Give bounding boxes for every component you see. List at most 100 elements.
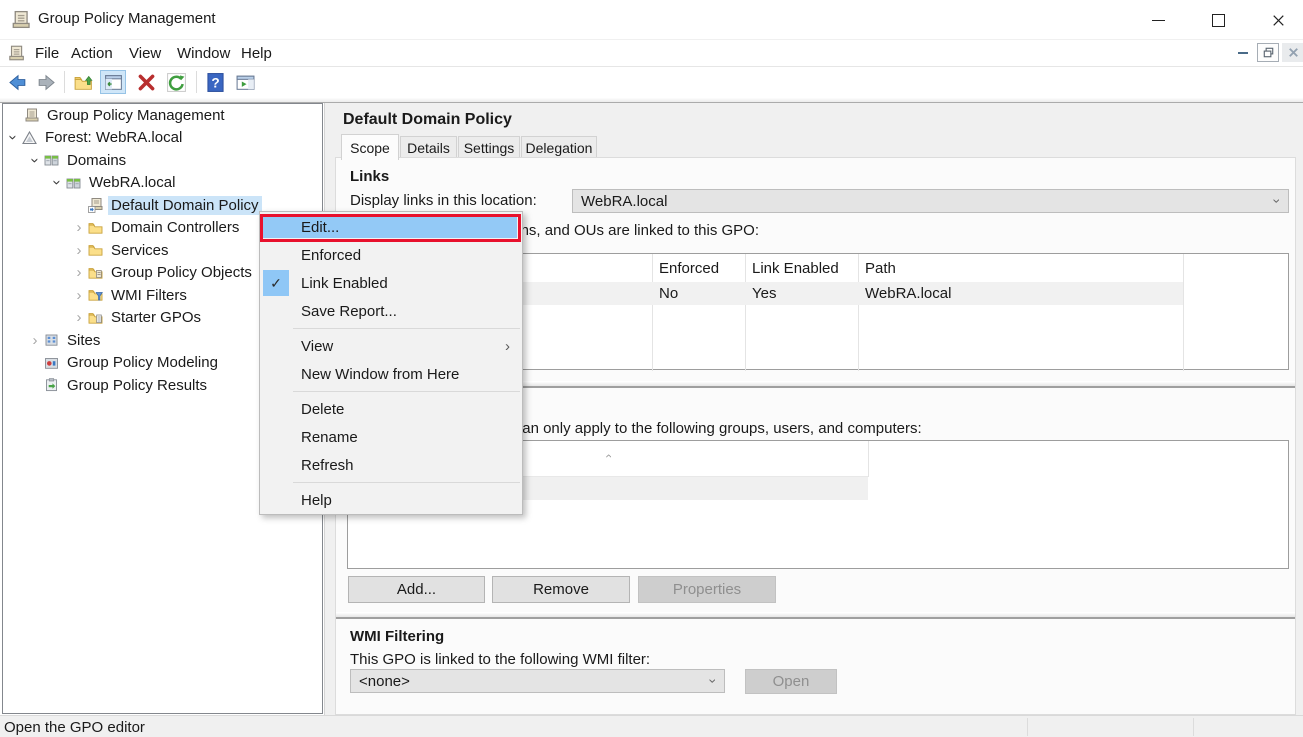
tree-item-label: Starter GPOs [108,308,204,327]
chevron-collapsed-icon[interactable]: › [29,332,41,349]
close-button[interactable] [1255,0,1301,40]
chevron-expanded-icon[interactable]: › [27,154,44,166]
chevron-down-icon: › [706,679,722,684]
context-menu-item-rename[interactable]: Rename [260,423,522,451]
delete-button[interactable] [133,70,159,94]
child-restore-icon [1261,45,1276,60]
console-icon [7,44,25,66]
modeling-icon [43,355,61,371]
tree-item-label: Forest: WebRA.local [42,128,185,147]
menu-help[interactable]: Help [232,40,281,67]
wmi-filtering-caption: This GPO is linked to the following WMI … [350,651,650,668]
gpo-folder-icon [87,265,105,281]
location-dropdown[interactable]: WebRA.local › [572,189,1289,213]
chevron-collapsed-icon[interactable]: › [73,309,85,326]
tab-details[interactable]: Details [400,136,457,159]
maximize-button[interactable] [1195,0,1241,40]
help-button[interactable] [202,70,228,94]
context-menu-item-label: Save Report... [301,303,397,320]
title-bar: Group Policy Management [0,0,1303,40]
tree-item-label: Services [108,241,172,260]
context-menu-item-label: Enforced [301,247,361,264]
action-pane-button[interactable] [232,70,258,94]
chevron-collapsed-icon[interactable]: › [73,287,85,304]
context-menu-item-new-window-from-here[interactable]: New Window from Here [260,360,522,388]
status-text: Open the GPO editor [4,719,145,736]
toolbar-separator [196,71,197,93]
column-header-enforced[interactable]: Enforced [652,254,745,282]
add-button[interactable]: Add... [348,576,485,603]
refresh-icon [166,72,187,93]
tree-item-forest-webra-local[interactable]: › Forest: WebRA.local [3,127,322,150]
minimize-button[interactable] [1135,0,1181,40]
tree-item-domains[interactable]: › Domains [3,149,322,172]
tree-item-label: Group Policy Objects [108,263,255,282]
chevron-collapsed-icon[interactable]: › [73,264,85,281]
child-minimize-button[interactable] [1232,43,1254,62]
wmi-filtering-title: WMI Filtering [350,628,444,645]
properties-button: Properties [638,576,776,603]
tree-item-label: Sites [64,331,103,350]
export-list-button[interactable] [70,70,96,94]
menu-separator [293,482,520,483]
remove-button[interactable]: Remove [492,576,630,603]
context-menu-item-view[interactable]: View› [260,332,522,360]
console-root-icon [23,107,41,123]
column-header-path[interactable]: Path [858,254,1183,282]
context-menu-item-help[interactable]: Help [260,486,522,514]
gpo-title: Default Domain Policy [343,111,512,129]
context-menu-item-refresh[interactable]: Refresh [260,451,522,479]
show-console-tree-icon [103,72,124,93]
context-menu-item-link-enabled[interactable]: ✓Link Enabled [260,269,522,297]
menu-action[interactable]: Action [62,40,122,67]
tree-item-label: Group Policy Management [44,106,228,125]
tab-scope[interactable]: Scope [341,134,399,160]
menu-window[interactable]: Window [168,40,239,67]
back-button[interactable] [4,70,30,94]
context-menu-item-delete[interactable]: Delete [260,395,522,423]
open-button: Open [745,669,837,694]
forward-button[interactable] [33,70,59,94]
status-separator [1193,718,1194,736]
submenu-arrow-icon: › [505,338,510,355]
child-minimize-icon [1238,52,1248,54]
help-icon [205,72,226,93]
sort-ascending-icon: › [601,454,615,458]
sites-icon [43,332,61,348]
chevron-collapsed-icon[interactable]: › [73,219,85,236]
tree-item-label: Default Domain Policy [108,196,262,215]
tab-settings[interactable]: Settings [458,136,520,159]
menu-separator [293,328,520,329]
checkmark-icon: ✓ [263,270,289,296]
tree-item-group-policy-management[interactable]: ›Group Policy Management [3,104,322,127]
child-restore-button[interactable] [1257,43,1279,62]
context-menu: Edit... Enforced ✓Link Enabled Save Report.… [259,211,523,515]
menu-view[interactable]: View [120,40,170,67]
context-menu-item-edit-[interactable]: Edit... [260,213,522,241]
chevron-collapsed-icon[interactable]: › [73,242,85,259]
child-close-button[interactable] [1282,43,1303,62]
tree-item-webra-local[interactable]: ›WebRA.local [3,172,322,195]
context-menu-item-enforced[interactable]: Enforced [260,241,522,269]
context-menu-item-label: Refresh [301,457,354,474]
context-menu-item-label: New Window from Here [301,366,459,383]
tree-item-label: Domains [64,151,129,170]
context-menu-item-save-report-[interactable]: Save Report... [260,297,522,325]
wmi-folder-icon [87,287,105,303]
context-menu-item-label: Help [301,492,332,509]
show-console-tree-button[interactable] [100,70,126,94]
tab-delegation[interactable]: Delegation [521,136,597,159]
chevron-expanded-icon[interactable]: › [49,177,66,189]
forward-icon [36,72,57,93]
status-bar: Open the GPO editor [0,715,1303,737]
toolbar-separator [64,71,65,93]
wmi-filter-dropdown[interactable]: <none> › [350,669,725,693]
refresh-button[interactable] [163,70,189,94]
context-menu-item-label: Delete [301,401,344,418]
column-header-link-enabled[interactable]: Link Enabled [745,254,858,282]
gpo-link-icon [87,197,105,213]
domain-icon [65,175,83,191]
menu-bar: File Action View Window Help [0,40,1303,67]
chevron-expanded-icon[interactable]: › [5,132,22,144]
delete-icon [136,72,157,93]
